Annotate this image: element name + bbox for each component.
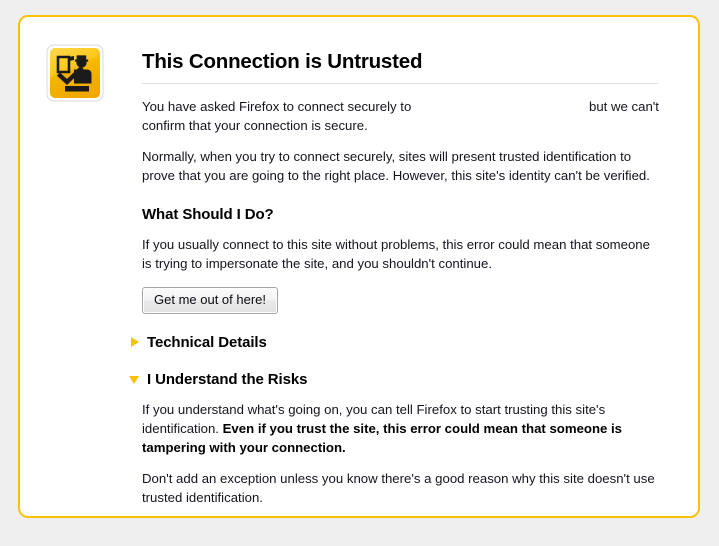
risks-paragraph-2: Don't add an exception unless you know t… (142, 470, 655, 505)
what-should-i-do-heading: What Should I Do? (142, 205, 274, 223)
understand-risks-label: I Understand the Risks (147, 370, 308, 388)
title-divider (142, 82, 658, 84)
intro-paragraph: You have asked Firefox to connect secure… (142, 97, 659, 135)
explanation-paragraph: Normally, when you try to connect secure… (142, 148, 650, 183)
understand-risks-body: If you understand what's going on, you c… (142, 400, 658, 516)
untrusted-connection-panel: This Connection is Untrusted You have as… (18, 15, 700, 518)
triangle-right-icon[interactable] (129, 336, 141, 348)
customs-officer-warning-icon (46, 44, 104, 102)
panel-inner: This Connection is Untrusted You have as… (20, 17, 698, 516)
intro-line: You have asked Firefox to connect secure… (142, 97, 659, 116)
risks-paragraph-1: If you understand what's going on, you c… (142, 400, 658, 457)
page-title: This Connection is Untrusted (142, 50, 423, 73)
triangle-down-icon[interactable] (129, 373, 141, 385)
intro-continuation-text: confirm that your connection is secure. (142, 117, 368, 133)
get-me-out-of-here-button[interactable]: Get me out of here! (142, 286, 279, 314)
intro-trailing-text: but we can't (589, 98, 659, 114)
technical-details-label: Technical Details (147, 333, 267, 351)
content-column: This Connection is Untrusted You have as… (129, 50, 676, 516)
understand-risks-expander[interactable]: I Understand the Risks (129, 371, 658, 388)
what-should-i-do-text: If you usually connect to this site with… (142, 236, 650, 271)
intro-lead-text: You have asked Firefox to connect secure… (142, 98, 412, 114)
technical-details-expander[interactable]: Technical Details (129, 334, 658, 351)
